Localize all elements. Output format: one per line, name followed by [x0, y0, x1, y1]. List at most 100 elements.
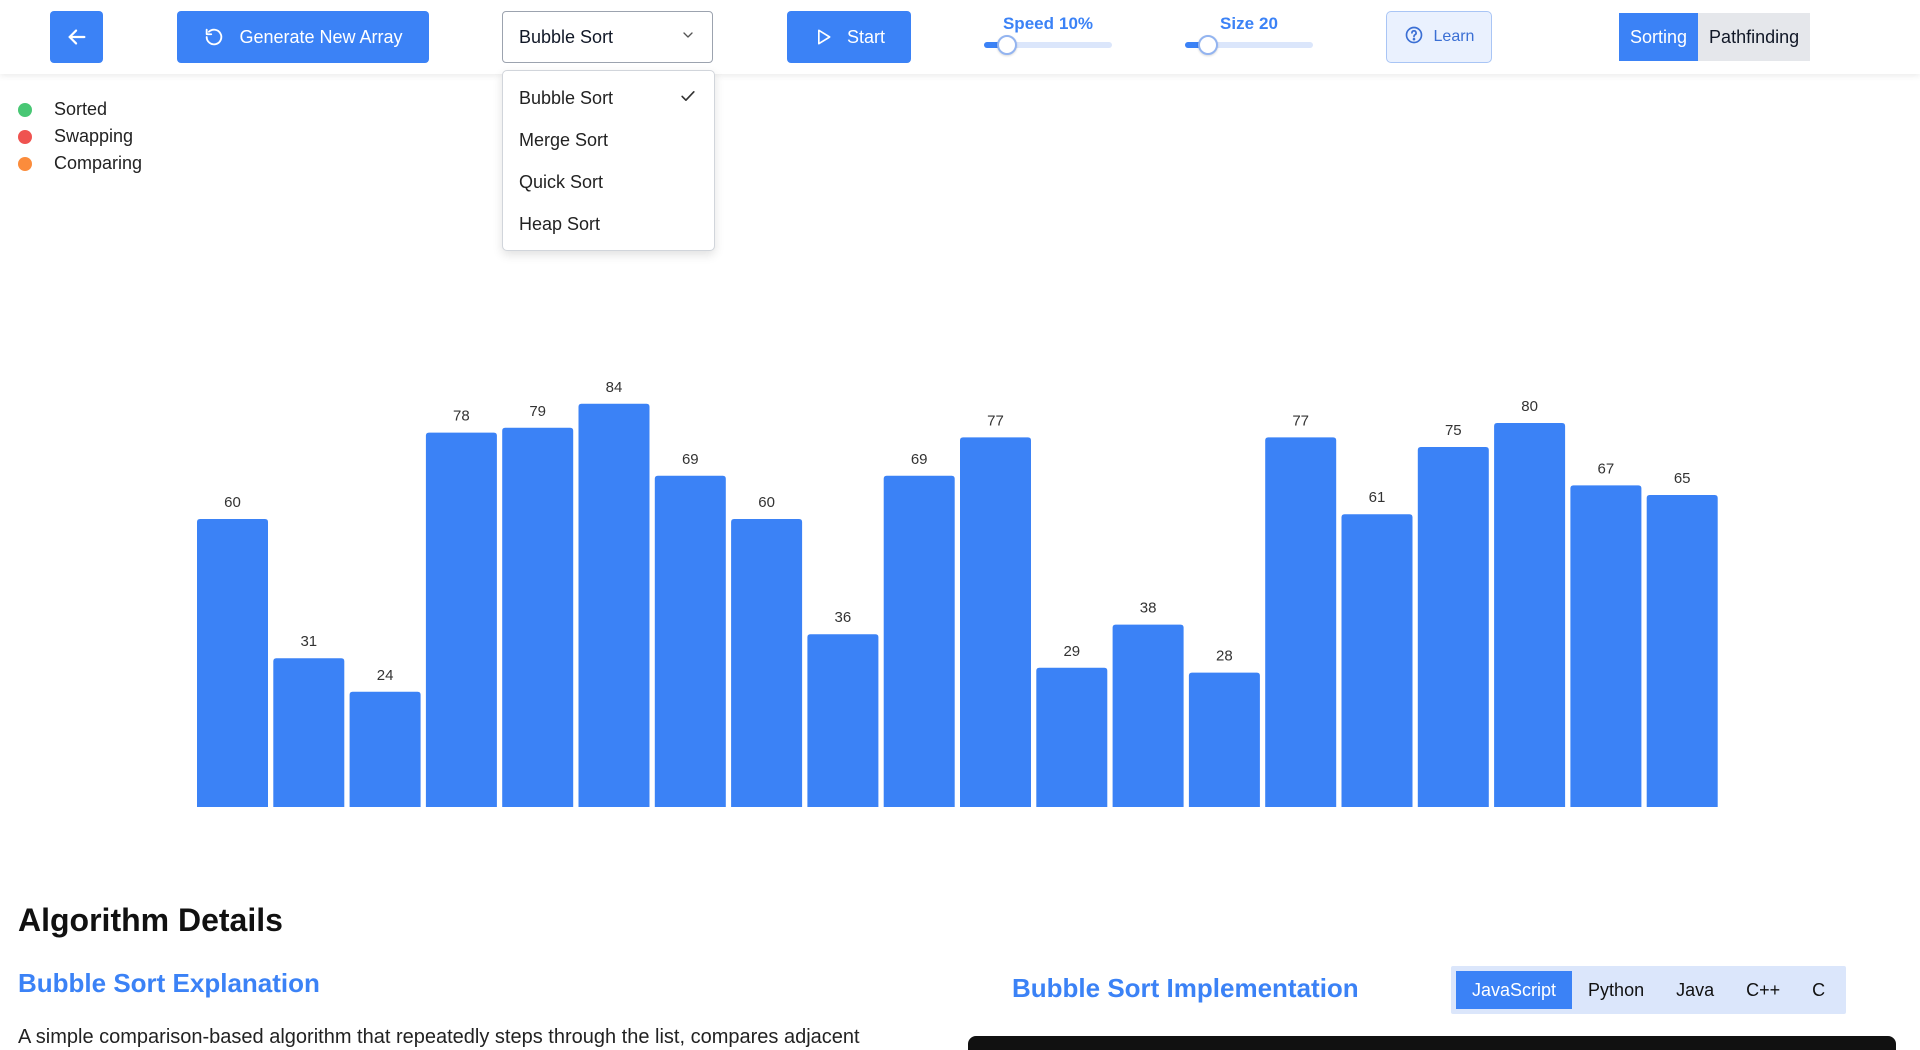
start-button[interactable]: Start	[787, 11, 911, 63]
algorithm-select-value: Bubble Sort	[519, 26, 614, 47]
size-label: Size 20	[1185, 14, 1313, 34]
tab-c[interactable]: C	[1796, 971, 1841, 1009]
bar-12	[1036, 667, 1108, 807]
tab-python[interactable]: Python	[1572, 971, 1660, 1009]
question-circle-icon	[1404, 25, 1424, 50]
learn-button[interactable]: Learn	[1386, 11, 1492, 63]
generate-array-button[interactable]: Generate New Array	[177, 11, 429, 63]
arrow-left-icon	[66, 26, 88, 48]
dropdown-option-label: Heap Sort	[519, 213, 601, 234]
bar-value-label: 69	[911, 451, 928, 468]
tab-javascript[interactable]: JavaScript	[1456, 971, 1573, 1009]
code-panel	[968, 1036, 1896, 1050]
speed-value: 10%	[1059, 14, 1094, 33]
bar-chart-svg: 60 31 24 78 79 84 69 60 36 69 77 29 38 28 77 61 75 80 67 65	[197, 379, 1718, 807]
legend-dot-sorted	[18, 102, 32, 117]
legend-item-swapping: Swapping	[18, 123, 142, 150]
legend-dot-comparing	[18, 156, 32, 171]
bar-value-label: 84	[606, 379, 623, 396]
bar-value-label: 65	[1674, 470, 1691, 487]
bar-16	[1341, 514, 1413, 807]
bar-8	[731, 519, 803, 807]
bar-1	[197, 519, 268, 807]
dropdown-option-quick-sort[interactable]: Quick Sort	[503, 161, 714, 203]
chevron-down-icon	[680, 27, 696, 48]
mode-pathfinding-button[interactable]: Pathfinding	[1698, 13, 1811, 61]
legend-item-sorted: Sorted	[18, 96, 142, 123]
refresh-icon	[203, 26, 225, 48]
play-icon	[813, 27, 833, 47]
speed-label: Speed 10%	[984, 14, 1112, 34]
start-label: Start	[846, 26, 885, 47]
bar-value-label: 77	[1292, 412, 1309, 429]
bar-19	[1570, 485, 1642, 807]
speed-slider-thumb[interactable]	[996, 35, 1017, 55]
bar-value-label: 29	[1063, 643, 1080, 660]
size-control: Size 20	[1185, 14, 1313, 55]
mode-sorting-button[interactable]: Sorting	[1619, 13, 1699, 61]
bar-value-label: 38	[1140, 600, 1157, 617]
tab-cpp[interactable]: C++	[1730, 971, 1796, 1009]
speed-label-text: Speed	[1002, 14, 1054, 33]
bar-value-label: 28	[1216, 648, 1233, 665]
tab-java[interactable]: Java	[1660, 971, 1730, 1009]
dropdown-option-merge-sort[interactable]: Merge Sort	[503, 119, 714, 161]
bar-11	[960, 437, 1031, 807]
bar-20	[1646, 495, 1718, 807]
bar-value-label: 69	[682, 451, 699, 468]
bar-value-label: 78	[453, 408, 470, 425]
dropdown-option-label: Quick Sort	[519, 171, 604, 192]
bar-15	[1265, 437, 1337, 807]
back-button[interactable]	[50, 11, 103, 63]
algorithm-select[interactable]: Bubble Sort	[502, 11, 713, 63]
bar-value-label: 67	[1598, 460, 1615, 477]
toolbar: Generate New Array Bubble Sort Start Spe…	[0, 0, 1920, 74]
dropdown-option-label: Merge Sort	[519, 129, 609, 150]
bar-5	[502, 427, 574, 807]
implementation-title: Bubble Sort Implementation	[1012, 973, 1359, 1003]
size-slider[interactable]	[1185, 35, 1313, 55]
bar-value-label: 75	[1445, 422, 1462, 439]
bar-value-label: 60	[758, 494, 775, 511]
bar-value-label: 80	[1521, 398, 1538, 415]
dropdown-option-heap-sort[interactable]: Heap Sort	[503, 203, 714, 245]
bar-17	[1417, 447, 1489, 807]
legend-label: Comparing	[54, 153, 143, 173]
bar-value-label: 24	[377, 667, 394, 684]
legend-dot-swapping	[18, 129, 32, 144]
bar-10	[883, 475, 955, 807]
bar-7	[654, 475, 726, 807]
language-tabs: JavaScript Python Java C++ C	[1451, 966, 1847, 1014]
explanation-title: Bubble Sort Explanation	[18, 968, 320, 998]
generate-array-label: Generate New Array	[239, 26, 403, 47]
bar-value-label: 60	[224, 494, 241, 511]
bar-value-label: 61	[1369, 489, 1386, 506]
speed-control: Speed 10%	[984, 14, 1112, 55]
size-slider-thumb[interactable]	[1197, 35, 1218, 55]
learn-label: Learn	[1433, 28, 1475, 45]
check-icon	[678, 86, 698, 111]
array-bar-chart: 60 31 24 78 79 84 69 60 36 69 77 29 38 28 77 61 75 80 67 65	[0, 330, 1920, 810]
bar-9	[807, 634, 879, 807]
legend-label: Sorted	[54, 99, 108, 119]
dropdown-option-bubble-sort[interactable]: Bubble Sort	[503, 77, 714, 119]
speed-slider[interactable]	[984, 35, 1112, 55]
bar-6	[578, 403, 650, 807]
bar-value-label: 31	[300, 633, 317, 650]
mode-toggle: Sorting Pathfinding	[1619, 13, 1811, 61]
legend: Sorted Swapping Comparing	[18, 96, 142, 177]
bar-value-label: 77	[987, 412, 1004, 429]
dropdown-option-label: Bubble Sort	[519, 87, 614, 108]
bar-14	[1188, 672, 1260, 807]
details-title: Algorithm Details	[18, 902, 283, 938]
legend-item-comparing: Comparing	[18, 150, 142, 177]
bar-4	[425, 432, 497, 807]
bar-value-label: 79	[529, 403, 546, 420]
explanation-text: A simple comparison-based algorithm that…	[18, 1026, 860, 1048]
bar-2	[273, 658, 345, 807]
bar-value-label: 36	[835, 609, 852, 626]
size-value: 20	[1259, 14, 1278, 33]
legend-label: Swapping	[54, 126, 134, 146]
algorithm-dropdown-menu: Bubble Sort Merge Sort Quick Sort Heap S…	[502, 70, 715, 251]
bar-18	[1494, 423, 1566, 807]
